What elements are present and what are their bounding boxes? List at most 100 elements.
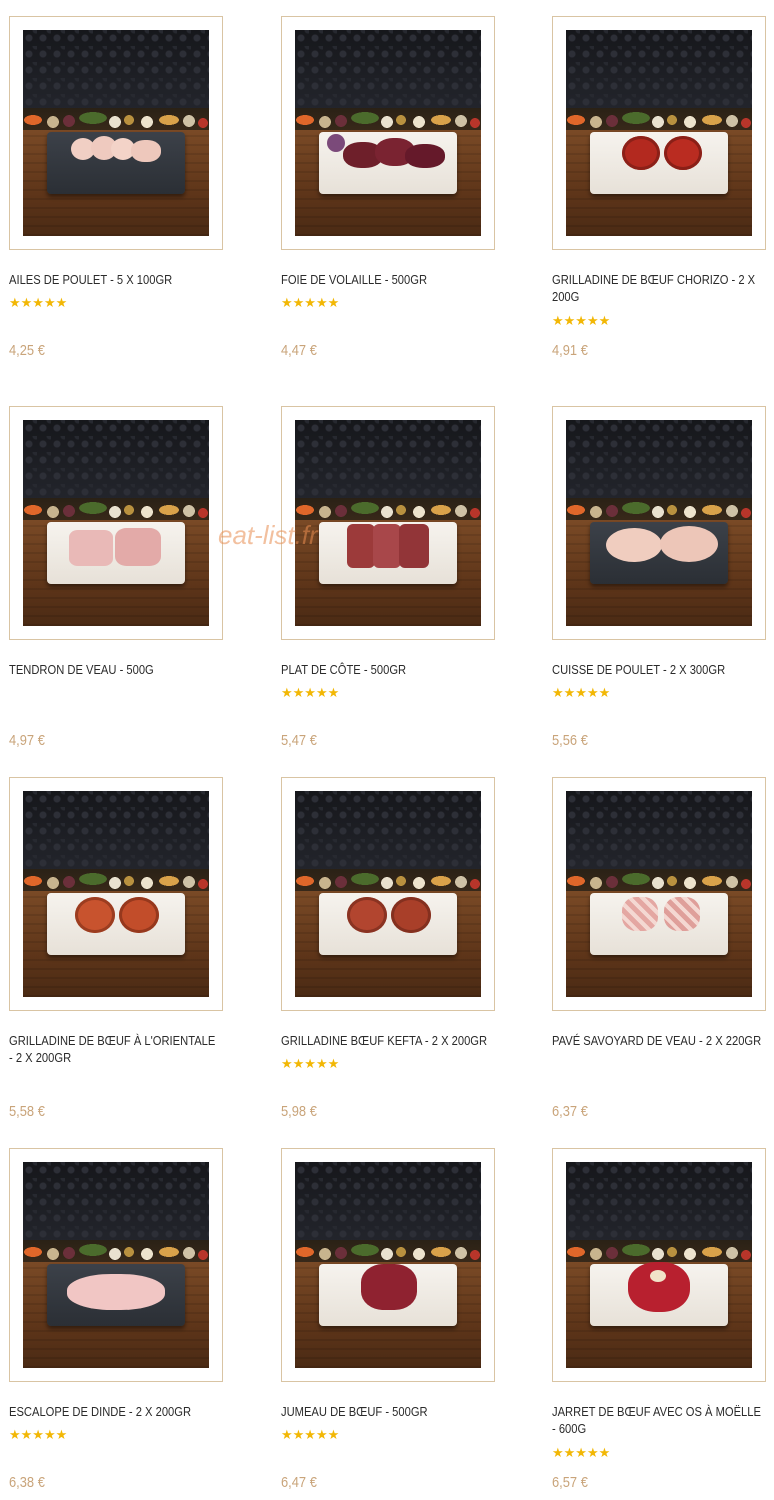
meat-piece [606,528,662,562]
product-photo [23,791,209,997]
product-image-link[interactable] [9,406,223,640]
product-card[interactable]: PLAT DE CÔTE - 500GR ★★★★★ 5,47 € [281,406,495,756]
meat-piece [75,897,115,933]
photo-backdrop [23,791,209,871]
product-photo [295,30,481,236]
product-photo [295,791,481,997]
product-title[interactable]: PLAT DE CÔTE - 500GR [281,661,493,678]
photo-plate [47,893,185,955]
product-title[interactable]: GRILLADINE BŒUF KEFTA - 2 X 200GR [281,1032,493,1049]
star-rating: ★★★★★ [281,685,340,700]
product-card[interactable]: FOIE DE VOLAILLE - 500GR ★★★★★ 4,47 € [281,16,495,366]
product-photo [566,1162,752,1368]
product-price: 4,47 € [281,342,317,359]
meat-piece [131,140,161,162]
photo-backdrop [23,30,209,110]
product-photo [295,420,481,626]
photo-plate [590,132,728,194]
product-image-link[interactable] [9,777,223,1011]
product-title[interactable]: TENDRON DE VEAU - 500G [9,661,221,678]
product-image-link[interactable] [552,1148,766,1382]
product-card[interactable]: ESCALOPE DE DINDE - 2 X 200GR ★★★★★ 6,38… [9,1148,223,1498]
product-photo [566,420,752,626]
star-rating: ★★★★★ [9,1427,68,1442]
product-card[interactable]: AILES DE POULET - 5 X 100GR ★★★★★ 4,25 € [9,16,223,366]
meat-piece [405,144,445,168]
star-rating: ★★★★★ [281,295,340,310]
product-image-link[interactable] [9,16,223,250]
product-photo [23,1162,209,1368]
meat-piece [664,897,700,931]
product-card[interactable]: GRILLADINE BŒUF KEFTA - 2 X 200GR ★★★★★ … [281,777,495,1127]
product-image-link[interactable] [9,1148,223,1382]
star-rating: ★★★★★ [552,685,611,700]
photo-backdrop [566,420,752,500]
product-title[interactable]: GRILLADINE DE BŒUF À L'ORIENTALE - 2 X 2… [9,1032,221,1066]
product-price: 4,97 € [9,732,45,749]
product-title[interactable]: FOIE DE VOLAILLE - 500GR [281,271,493,288]
product-photo [295,1162,481,1368]
meat-piece [650,1270,666,1282]
star-rating: ★★★★★ [281,1056,340,1071]
photo-backdrop [566,30,752,110]
product-price: 4,91 € [552,342,588,359]
meat-piece [119,897,159,933]
meat-piece [399,524,429,568]
photo-backdrop [566,791,752,871]
product-title[interactable]: AILES DE POULET - 5 X 100GR [9,271,221,288]
product-image-link[interactable] [552,16,766,250]
product-price: 5,58 € [9,1103,45,1120]
meat-piece [622,897,658,931]
photo-backdrop [295,420,481,500]
product-price: 5,56 € [552,732,588,749]
meat-piece [391,897,431,933]
meat-piece [660,526,718,562]
product-card[interactable]: GRILLADINE DE BŒUF À L'ORIENTALE - 2 X 2… [9,777,223,1127]
product-card[interactable]: JUMEAU DE BŒUF - 500GR ★★★★★ 6,47 € [281,1148,495,1498]
meat-piece [115,528,161,566]
product-photo [23,30,209,236]
product-image-link[interactable] [281,406,495,640]
product-photo [566,30,752,236]
product-price: 6,47 € [281,1474,317,1491]
meat-piece [347,897,387,933]
photo-backdrop [23,1162,209,1242]
product-card[interactable]: CUISSE DE POULET - 2 X 300GR ★★★★★ 5,56 … [552,406,766,756]
product-image-link[interactable] [281,777,495,1011]
product-title[interactable]: PAVÉ SAVOYARD DE VEAU - 2 X 220GR [552,1032,764,1049]
product-price: 6,57 € [552,1474,588,1491]
meat-piece [373,524,401,568]
photo-backdrop [566,1162,752,1242]
star-rating: ★★★★★ [281,1427,340,1442]
meat-piece [347,524,375,568]
product-price: 5,47 € [281,732,317,749]
meat-piece [67,1274,165,1310]
product-photo [23,420,209,626]
product-price: 6,38 € [9,1474,45,1491]
product-title[interactable]: JUMEAU DE BŒUF - 500GR [281,1403,493,1420]
photo-backdrop [295,791,481,871]
product-image-link[interactable] [552,777,766,1011]
product-title[interactable]: GRILLADINE DE BŒUF CHORIZO - 2 X 200G [552,271,764,305]
star-rating: ★★★★★ [552,313,611,328]
product-card[interactable]: GRILLADINE DE BŒUF CHORIZO - 2 X 200G ★★… [552,16,766,366]
product-price: 4,25 € [9,342,45,359]
product-title[interactable]: CUISSE DE POULET - 2 X 300GR [552,661,764,678]
meat-piece [664,136,702,170]
star-rating: ★★★★★ [9,295,68,310]
meat-piece [327,134,345,152]
product-image-link[interactable] [281,1148,495,1382]
product-image-link[interactable] [552,406,766,640]
photo-plate [590,893,728,955]
product-card[interactable]: JARRET DE BŒUF AVEC OS À MOËLLE - 600G ★… [552,1148,766,1498]
product-title[interactable]: JARRET DE BŒUF AVEC OS À MOËLLE - 600G [552,1403,764,1437]
product-card[interactable]: TENDRON DE VEAU - 500G 4,97 € [9,406,223,756]
photo-backdrop [295,30,481,110]
product-card[interactable]: PAVÉ SAVOYARD DE VEAU - 2 X 220GR 6,37 € [552,777,766,1127]
photo-backdrop [23,420,209,500]
meat-piece [361,1264,417,1310]
product-price: 6,37 € [552,1103,588,1120]
product-photo [566,791,752,997]
product-title[interactable]: ESCALOPE DE DINDE - 2 X 200GR [9,1403,221,1420]
product-image-link[interactable] [281,16,495,250]
